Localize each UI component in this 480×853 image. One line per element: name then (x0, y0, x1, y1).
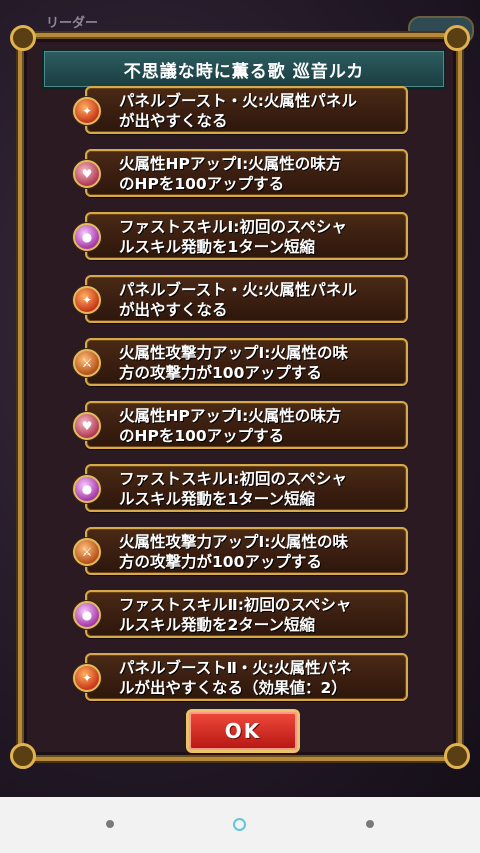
orb-skill-icon: ● (73, 223, 101, 251)
skill-item: ● ファストスキルⅠ:初回のスペシャ ルスキル発動を1ターン短縮 (73, 212, 408, 260)
skill-item: ♥ 火属性HPアップⅠ:火属性の味方 のHPを100アップする (73, 149, 408, 197)
skill-item: ✦ パネルブースト・火:火属性パネル が出やすくなる (73, 86, 408, 134)
skill-item: ✦ パネルブーストⅡ・火:火属性パネ ルが出やすくなる（効果値：2） (73, 653, 408, 701)
skill-item: ⚔ 火属性攻撃力アップⅠ:火属性の味 方の攻撃力が100アップする (73, 338, 408, 386)
home-circle-icon[interactable] (233, 818, 246, 831)
skill-list-dialog: 不思議な時に薫る歌 巡音ルカ ✦ パネルブースト・火:火属性パネル が出やすくな… (10, 25, 470, 769)
fire-panel-icon: ✦ (73, 97, 101, 125)
skill-description: パネルブーストⅡ・火:火属性パネ ルが出やすくなる（効果値：2） (119, 659, 352, 697)
skill-description: ファストスキルⅠ:初回のスペシャ ルスキル発動を1ターン短縮 (119, 470, 347, 508)
skill-description: ファストスキルⅡ:初回のスペシャ ルスキル発動を2ターン短縮 (119, 596, 352, 634)
heart-hp-icon: ♥ (73, 160, 101, 188)
ok-button[interactable]: OK (186, 709, 300, 753)
orb-skill-icon: ● (73, 601, 101, 629)
fire-panel-icon: ✦ (73, 664, 101, 692)
leader-label: リーダー (46, 16, 99, 31)
recent-apps-dot-icon[interactable] (366, 820, 374, 828)
skill-description: パネルブースト・火:火属性パネル が出やすくなる (119, 92, 357, 130)
skill-item: ⚔ 火属性攻撃力アップⅠ:火属性の味 方の攻撃力が100アップする (73, 527, 408, 575)
skill-list: ✦ パネルブースト・火:火属性パネル が出やすくなる ♥ 火属性HPアップⅠ:火… (22, 37, 458, 757)
slash-attack-icon: ⚔ (73, 538, 101, 566)
skill-description: パネルブースト・火:火属性パネル が出やすくなる (119, 281, 357, 319)
fire-panel-icon: ✦ (73, 286, 101, 314)
skill-description: ファストスキルⅠ:初回のスペシャ ルスキル発動を1ターン短縮 (119, 218, 347, 256)
orb-skill-icon: ● (73, 475, 101, 503)
skill-item: ✦ パネルブースト・火:火属性パネル が出やすくなる (73, 275, 408, 323)
skill-item: ● ファストスキルⅠ:初回のスペシャ ルスキル発動を1ターン短縮 (73, 464, 408, 512)
skill-description: 火属性攻撃力アップⅠ:火属性の味 方の攻撃力が100アップする (119, 344, 348, 382)
system-nav-bar (0, 797, 480, 853)
heart-hp-icon: ♥ (73, 412, 101, 440)
slash-attack-icon: ⚔ (73, 349, 101, 377)
skill-item: ♥ 火属性HPアップⅠ:火属性の味方 のHPを100アップする (73, 401, 408, 449)
skill-description: 火属性HPアップⅠ:火属性の味方 のHPを100アップする (119, 155, 342, 193)
back-dot-icon[interactable] (106, 820, 114, 828)
skill-item: ● ファストスキルⅡ:初回のスペシャ ルスキル発動を2ターン短縮 (73, 590, 408, 638)
skill-description: 火属性HPアップⅠ:火属性の味方 のHPを100アップする (119, 407, 342, 445)
skill-description: 火属性攻撃力アップⅠ:火属性の味 方の攻撃力が100アップする (119, 533, 348, 571)
